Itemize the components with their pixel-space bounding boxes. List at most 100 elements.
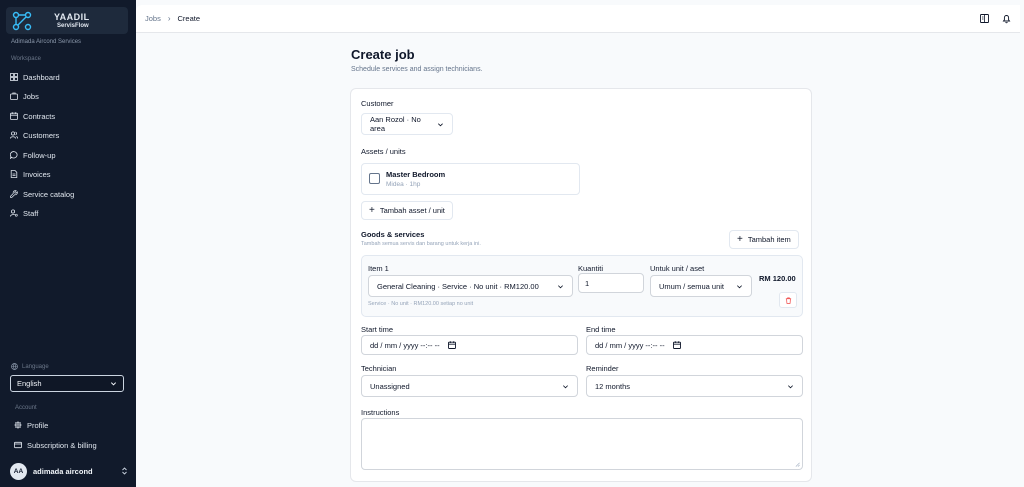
sidebar-item-label: Jobs [23, 91, 39, 101]
add-item-button[interactable]: + Tambah item [729, 230, 799, 249]
sidebar-item-contracts[interactable]: Contracts [10, 110, 55, 122]
main-content: Jobs › Create Create job Schedule servic… [136, 0, 1024, 487]
bell-icon[interactable] [1001, 13, 1012, 24]
card-icon [14, 441, 22, 449]
gear-icon [14, 421, 22, 429]
unit-select[interactable]: Umum / semua unit [650, 275, 752, 297]
goods-services-label: Goods & services [361, 230, 425, 239]
delete-item-button[interactable] [779, 292, 797, 308]
sidebar-item-invoices[interactable]: Invoices [10, 168, 51, 180]
chevron-down-icon [737, 284, 742, 288]
book-icon[interactable] [979, 13, 990, 24]
sidebar-item-label: Customers [23, 130, 60, 140]
breadcrumb-jobs[interactable]: Jobs [145, 14, 161, 23]
start-time-label: Start time [361, 325, 394, 334]
sidebar-item-staff[interactable]: Staff [10, 207, 38, 219]
account-item-label: Profile [27, 420, 49, 430]
company-name: Adimada Aircond Services [11, 39, 82, 45]
item-note: Service · No unit · RM120.00 setiap no u… [368, 301, 474, 307]
brand-logo[interactable]: YAADIL ServisFlow [6, 7, 128, 34]
sidebar-item-label: Follow-up [23, 150, 56, 160]
add-asset-button[interactable]: + Tambah asset / unit [361, 201, 453, 220]
flow-logo-icon [12, 11, 32, 31]
technician-label: Technician [361, 364, 397, 373]
chevron-down-icon [558, 284, 563, 288]
grid-icon [10, 73, 18, 81]
user-menu[interactable]: AA adimada aircond [10, 462, 128, 480]
quantity-value: 1 [585, 278, 590, 288]
sidebar-item-label: Service catalog [23, 189, 75, 199]
file-icon [10, 170, 18, 178]
technician-select[interactable]: Unassigned [361, 375, 578, 397]
message-icon [10, 151, 18, 159]
customer-label: Customer [361, 99, 394, 108]
item-row: Item 1 General Cleaning · Service · No u… [361, 255, 803, 317]
language-label: Language [11, 363, 49, 370]
reminder-select[interactable]: 12 months [586, 375, 803, 397]
service-select[interactable]: General Cleaning · Service · No unit · R… [368, 275, 573, 297]
sidebar-item-label: Contracts [23, 111, 56, 121]
account-label: Account [15, 405, 37, 411]
instructions-textarea[interactable] [361, 418, 803, 470]
avatar: AA [10, 462, 27, 480]
sidebar: YAADIL ServisFlow Adimada Aircond Servic… [0, 0, 136, 487]
language-value: English [17, 379, 42, 388]
asset-card[interactable]: Master Bedroom Midea · 1hp [361, 163, 580, 195]
quantity-input[interactable]: 1 [578, 273, 644, 293]
customer-value: Aan Rozol · No area [370, 115, 421, 133]
sidebar-item-jobs[interactable]: Jobs [10, 90, 39, 102]
service-value: General Cleaning · Service · No unit · R… [377, 281, 539, 291]
item-price: RM 120.00 [759, 274, 796, 283]
page-title: Create job [351, 47, 415, 62]
account-item-label: Subscription & billing [27, 440, 97, 450]
reminder-label: Reminder [586, 364, 619, 373]
unit-label: Untuk unit / aset [650, 264, 705, 273]
resize-handle-icon[interactable] [795, 462, 800, 467]
sidebar-item-label: Dashboard [23, 72, 60, 82]
asset-checkbox[interactable] [369, 173, 380, 184]
chevron-down-icon [788, 384, 793, 388]
chevron-down-icon [438, 122, 444, 126]
technician-value: Unassigned [370, 381, 410, 391]
brand-name: YAADIL [54, 12, 90, 22]
users-icon [10, 131, 18, 139]
asset-name: Master Bedroom [386, 170, 446, 179]
top-bar: Jobs › Create [136, 5, 1020, 33]
account-item-profile[interactable]: Profile [14, 419, 48, 431]
end-time-value: dd / mm / yyyy --:-- -- [595, 340, 665, 350]
page-subtitle: Schedule services and assign technicians… [351, 66, 483, 73]
chevrons-up-down-icon [122, 467, 127, 475]
workspace-label: Workspace [11, 56, 41, 62]
language-select[interactable]: English [10, 375, 124, 392]
account-item-billing[interactable]: Subscription & billing [14, 439, 97, 451]
sidebar-item-service-catalog[interactable]: Service catalog [10, 188, 74, 200]
breadcrumb: Jobs › Create [145, 14, 200, 23]
breadcrumb-current: Create [177, 14, 201, 23]
sidebar-item-follow-up[interactable]: Follow-up [10, 149, 56, 161]
item-label: Item 1 [368, 264, 389, 273]
reminder-value: 12 months [595, 381, 631, 391]
chevron-right-icon: › [167, 14, 171, 23]
globe-icon [11, 363, 18, 370]
user-name: adimada aircond [33, 466, 93, 476]
asset-meta: Midea · 1hp [386, 181, 421, 188]
user-cog-icon [10, 209, 18, 217]
goods-services-hint: Tambah semua servis dan barang untuk ker… [361, 241, 481, 247]
sidebar-item-customers[interactable]: Customers [10, 129, 59, 141]
calendar-icon [10, 112, 18, 120]
calendar-icon[interactable] [672, 341, 681, 349]
quantity-label: Kuantiti [578, 264, 604, 273]
customer-select[interactable]: Aan Rozol · No area [361, 113, 453, 135]
sidebar-item-label: Invoices [23, 169, 51, 179]
plus-icon: + [737, 233, 743, 245]
wrench-icon [10, 190, 18, 198]
sidebar-item-dashboard[interactable]: Dashboard [10, 71, 60, 83]
trash-icon [785, 297, 791, 304]
end-time-label: End time [586, 325, 616, 334]
end-time-input[interactable]: dd / mm / yyyy --:-- -- [586, 335, 803, 355]
sidebar-item-label: Staff [23, 208, 39, 218]
briefcase-icon [10, 92, 18, 100]
start-time-value: dd / mm / yyyy --:-- -- [370, 340, 440, 350]
start-time-input[interactable]: dd / mm / yyyy --:-- -- [361, 335, 578, 355]
calendar-icon[interactable] [447, 341, 456, 349]
